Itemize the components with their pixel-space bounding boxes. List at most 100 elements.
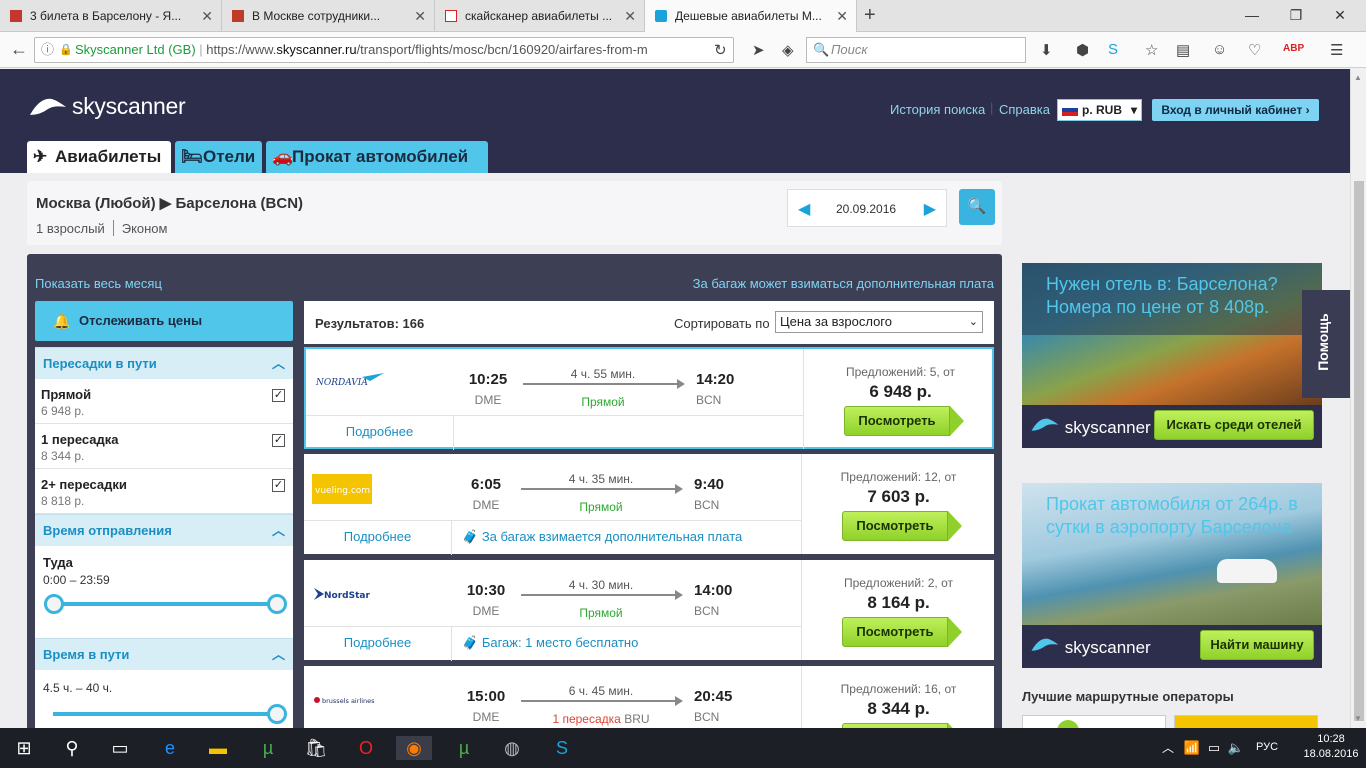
input-language[interactable]: РУС bbox=[1256, 741, 1278, 753]
volume-icon[interactable]: 🔈 bbox=[1224, 736, 1248, 760]
operator-logo[interactable] bbox=[1174, 715, 1318, 728]
pocket-icon[interactable]: ♡ bbox=[1248, 41, 1261, 59]
download-icon[interactable]: ⬇ bbox=[1040, 41, 1053, 59]
operator-logo[interactable] bbox=[1022, 715, 1166, 728]
browser-tab-3[interactable]: скайсканер авиабилеты ... ✕ bbox=[435, 0, 645, 32]
maximize-icon[interactable]: ❐ bbox=[1274, 0, 1318, 32]
edge-icon[interactable]: e bbox=[158, 736, 182, 760]
browser-tab-1[interactable]: 3 билета в Барселону - Я... ✕ bbox=[0, 0, 222, 32]
firefox-icon[interactable]: ◉ bbox=[396, 736, 432, 760]
currency-selector[interactable]: р. RUB ▾ bbox=[1057, 99, 1142, 121]
departure-label: Туда bbox=[43, 555, 73, 570]
departure-slider-max-handle[interactable] bbox=[267, 594, 287, 614]
search-input[interactable]: 🔍 Поиск bbox=[806, 37, 1026, 63]
menu-icon[interactable]: ☰ bbox=[1330, 41, 1343, 59]
tab-hotels[interactable]: 🛏 Отели bbox=[175, 141, 262, 173]
battery-icon[interactable]: ▭ bbox=[1202, 736, 1226, 760]
system-clock[interactable]: 10:28 18.08.2016 bbox=[1302, 732, 1360, 762]
details-link[interactable]: Подробнее bbox=[304, 627, 452, 661]
skyscanner-logo[interactable]: skyscanner bbox=[28, 93, 186, 120]
opera-icon[interactable]: O bbox=[354, 736, 378, 760]
scrollbar[interactable]: ▲ ▼ bbox=[1350, 69, 1366, 728]
checkbox[interactable]: ✓ bbox=[272, 434, 285, 447]
view-deal-button[interactable]: Посмотреть bbox=[842, 617, 962, 647]
scrollbar-thumb[interactable] bbox=[1354, 181, 1364, 721]
checkbox[interactable]: ✓ bbox=[272, 389, 285, 402]
close-tab-icon[interactable]: ✕ bbox=[201, 0, 213, 32]
checkbox[interactable]: ✓ bbox=[272, 479, 285, 492]
stops-option-direct[interactable]: Прямой 6 948 р. ✓ bbox=[35, 379, 293, 424]
tab-flights[interactable]: ✈ Авиабилеты bbox=[27, 141, 171, 173]
hotel-ad[interactable]: Нужен отель в: Барселона? Номера по цене… bbox=[1022, 263, 1322, 448]
flight-card[interactable]: brussels airlines 15:00 DME 6 ч. 45 мин.… bbox=[304, 666, 994, 728]
utorrent-icon[interactable]: µ bbox=[256, 736, 280, 760]
extension-icon[interactable]: ◈ bbox=[782, 41, 794, 59]
next-date-icon[interactable]: ▶ bbox=[924, 199, 936, 219]
search-icon[interactable]: ⚲ bbox=[60, 736, 84, 760]
shield-icon[interactable]: ⬢ bbox=[1076, 41, 1089, 59]
media-player-icon[interactable]: ◍ bbox=[500, 736, 524, 760]
send-icon[interactable]: ➤ bbox=[752, 41, 765, 59]
help-link[interactable]: Справка bbox=[999, 102, 1050, 117]
search-hotels-button[interactable]: Искать среди отелей bbox=[1154, 410, 1314, 440]
minimize-icon[interactable]: — bbox=[1230, 0, 1274, 32]
departure-slider-track[interactable] bbox=[53, 602, 277, 606]
details-link[interactable]: Подробнее bbox=[304, 521, 452, 555]
close-tab-icon[interactable]: ✕ bbox=[414, 0, 426, 32]
site-identity[interactable]: Skyscanner Ltd (GB) bbox=[75, 42, 196, 57]
file-explorer-icon[interactable]: ▬ bbox=[206, 736, 230, 760]
task-view-icon[interactable]: ▭ bbox=[108, 736, 132, 760]
tab-car-hire[interactable]: 🚗 Прокат автомобилей bbox=[266, 141, 488, 173]
show-month-link[interactable]: Показать весь месяц bbox=[35, 276, 162, 291]
details-link[interactable]: Подробнее bbox=[306, 416, 454, 450]
baggage-note-link[interactable]: За багаж может взиматься дополнительная … bbox=[693, 276, 994, 291]
view-deal-button[interactable]: Посмотреть bbox=[844, 406, 964, 436]
skype-icon[interactable]: S bbox=[1108, 41, 1118, 58]
address-bar[interactable]: ⓘ 🔒 Skyscanner Ltd (GB) | https://www.sk… bbox=[34, 37, 734, 63]
browser-tab-2[interactable]: В Москве сотрудники... ✕ bbox=[222, 0, 435, 32]
browser-tab-4-active[interactable]: Дешевые авиабилеты М... ✕ bbox=[645, 0, 857, 32]
reload-icon[interactable]: ↻ bbox=[714, 41, 727, 59]
login-button[interactable]: Вход в личный кабинет › bbox=[1152, 99, 1319, 121]
windows-start-icon[interactable]: ⊞ bbox=[12, 736, 36, 760]
sort-select[interactable]: Цена за взрослого ⌄ bbox=[775, 311, 983, 333]
stops-option-one[interactable]: 1 пересадка 8 344 р. ✓ bbox=[35, 424, 293, 469]
back-icon[interactable]: ← bbox=[10, 39, 28, 60]
history-link[interactable]: История поиска bbox=[890, 102, 985, 117]
close-tab-icon[interactable]: ✕ bbox=[836, 0, 848, 32]
adblock-icon[interactable]: ABP bbox=[1283, 43, 1304, 54]
info-icon[interactable]: ⓘ bbox=[41, 38, 54, 62]
flight-card[interactable]: NordStar 10:30 DME 4 ч. 30 мин. Прямой 1… bbox=[304, 560, 994, 661]
duration-slider-max-handle[interactable] bbox=[267, 704, 287, 724]
flight-card[interactable]: NORDAVIA 10:25 DME 4 ч. 55 мин. Прямой 1… bbox=[304, 347, 994, 450]
find-car-button[interactable]: Найти машину bbox=[1200, 630, 1314, 660]
departure-filter-header[interactable]: Время отправления ︿ bbox=[35, 514, 293, 546]
utorrent-icon[interactable]: µ bbox=[452, 736, 476, 760]
new-tab-icon[interactable]: + bbox=[864, 4, 876, 27]
stops-option-two-plus[interactable]: 2+ пересадки 8 818 р. ✓ bbox=[35, 469, 293, 514]
duration-slider-track[interactable] bbox=[53, 712, 277, 716]
stops-filter-header[interactable]: Пересадки в пути ︿ bbox=[35, 347, 293, 379]
logo-text: skyscanner bbox=[1064, 638, 1151, 657]
prev-date-icon[interactable]: ◀ bbox=[798, 199, 810, 219]
track-prices-button[interactable]: 🔔 Отслеживать цены bbox=[35, 301, 293, 341]
smiley-icon[interactable]: ☺ bbox=[1212, 41, 1227, 58]
date-value[interactable]: 20.09.2016 bbox=[836, 202, 896, 216]
departure-slider-min-handle[interactable] bbox=[44, 594, 64, 614]
flight-card[interactable]: vueling.com 6:05 DME 4 ч. 35 мин. Прямой… bbox=[304, 454, 994, 555]
network-icon[interactable]: 📶 bbox=[1180, 736, 1204, 760]
bookmark-star-icon[interactable]: ☆ bbox=[1145, 41, 1158, 59]
store-icon[interactable]: 🛍 bbox=[304, 736, 328, 760]
view-deal-button[interactable]: Посмотреть bbox=[842, 511, 962, 541]
scroll-down-icon[interactable]: ▼ bbox=[1354, 714, 1362, 723]
tray-expand-icon[interactable]: ︿ bbox=[1156, 736, 1180, 760]
date-picker[interactable]: ◀ 20.09.2016 ▶ bbox=[787, 189, 947, 227]
car-hire-ad[interactable]: Прокат автомобиля от 264р. в сутки в аэр… bbox=[1022, 483, 1322, 668]
skype-icon[interactable]: S bbox=[550, 736, 574, 760]
duration-filter-header[interactable]: Время в пути ︿ bbox=[35, 638, 293, 670]
reading-list-icon[interactable]: ▤ bbox=[1176, 41, 1190, 59]
search-button[interactable]: 🔍 bbox=[959, 189, 995, 225]
scroll-up-icon[interactable]: ▲ bbox=[1354, 73, 1362, 82]
close-window-icon[interactable]: ✕ bbox=[1318, 0, 1362, 32]
close-tab-icon[interactable]: ✕ bbox=[624, 0, 636, 32]
